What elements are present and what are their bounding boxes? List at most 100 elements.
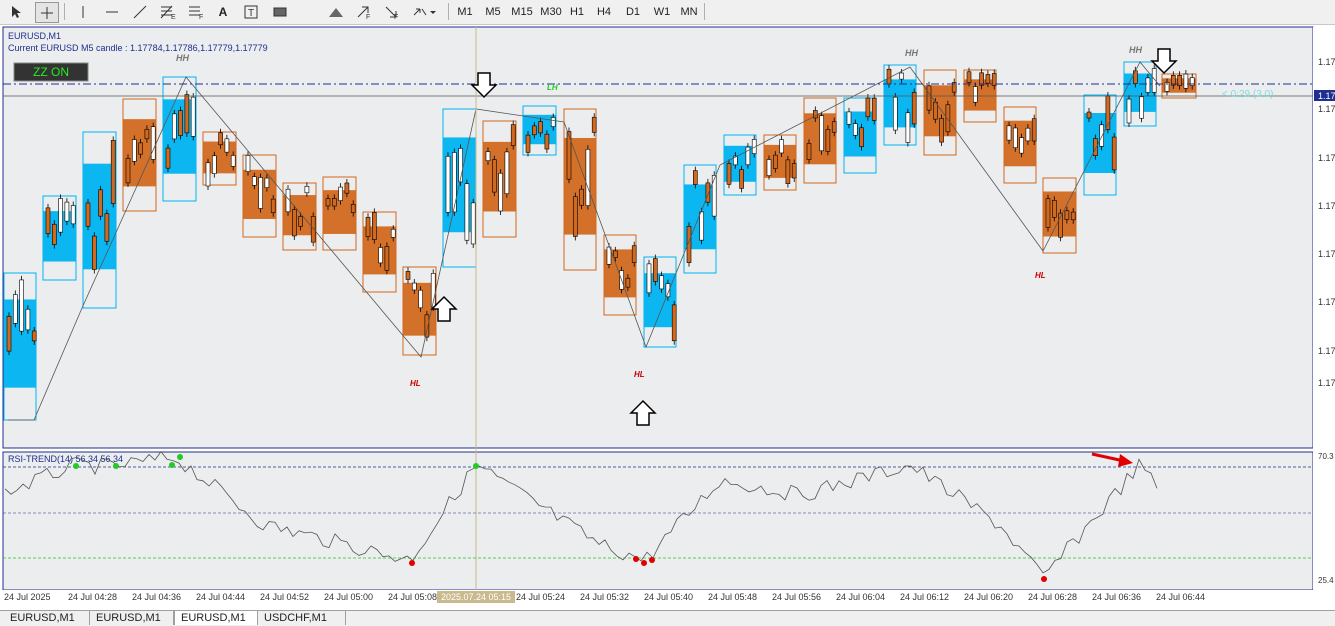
rsi-signal-dot <box>649 557 655 563</box>
candle-body <box>966 71 972 83</box>
candle-body <box>365 216 371 237</box>
cursor-icon[interactable] <box>6 2 26 21</box>
tab-eurusd-m1[interactable]: EURUSD,M1 <box>90 611 174 625</box>
rsi-signal-dot <box>633 556 639 562</box>
time-label: 24 Jul 06:12 <box>900 592 949 602</box>
timeframe-m5[interactable]: M5 <box>482 2 504 21</box>
candle-body <box>1126 98 1132 124</box>
candle-body <box>104 213 110 242</box>
candle-body <box>705 182 711 203</box>
candle-body <box>178 110 183 136</box>
candle-body <box>298 216 303 227</box>
candle-body <box>739 169 744 189</box>
timeframe-m1[interactable]: M1 <box>455 2 475 21</box>
trendline-icon[interactable] <box>130 2 150 21</box>
arrow-up-icon[interactable]: F <box>354 2 374 21</box>
swing-label-lh: LH <box>547 83 558 92</box>
candle-body <box>418 289 423 309</box>
candle-body <box>350 204 356 213</box>
candle-body <box>13 294 18 324</box>
candle-body <box>491 159 497 193</box>
time-label: 24 Jul 04:36 <box>132 592 181 602</box>
triangle-icon[interactable] <box>326 2 346 21</box>
arrow-marker-icon[interactable] <box>410 2 438 21</box>
rsi-signal-dot <box>1041 576 1047 582</box>
candle-body <box>859 127 864 147</box>
timeframe-d1[interactable]: D1 <box>622 2 644 21</box>
candle-body <box>1133 70 1138 84</box>
price-label: 1.17 <box>1318 346 1335 356</box>
price-label: 1.17 <box>1318 153 1335 163</box>
time-label: 24 Jul 05:08 <box>388 592 437 602</box>
candle-body <box>390 228 396 238</box>
candle-body <box>1145 77 1151 93</box>
candle-body <box>572 196 578 237</box>
timeframe-w1[interactable]: W1 <box>652 2 672 21</box>
candle-info: Current EURUSD M5 candle : 1.17784,1.177… <box>8 43 268 53</box>
tab-usdchf-m1[interactable]: USDCHF,M1 <box>258 611 346 625</box>
timeframe-h4[interactable]: H4 <box>594 2 614 21</box>
current-price-tag-text: 1.17 <box>1318 91 1335 101</box>
fibonacci-icon[interactable]: E <box>158 2 178 21</box>
candle-body <box>6 315 12 352</box>
swing-label-hl: HL <box>634 370 645 379</box>
candle-body <box>1111 136 1117 171</box>
candle-body <box>711 175 717 217</box>
candle-body <box>646 263 652 294</box>
candle-body <box>550 117 556 127</box>
arrow-down-icon[interactable]: F <box>382 2 402 21</box>
candle-body <box>766 159 772 176</box>
candle-body <box>911 92 917 125</box>
price-chart[interactable]: HH HH HH HL HL HL LH EURUSD,M1 Current E… <box>0 25 1335 610</box>
rsi-signal-dot <box>641 560 647 566</box>
candle-body <box>411 282 417 291</box>
candle-body <box>331 198 337 207</box>
candle-body <box>504 151 510 195</box>
timeframe-h1[interactable]: H1 <box>567 2 587 21</box>
fibonacci-fan-icon[interactable]: F <box>186 2 206 21</box>
candle-body <box>579 188 584 206</box>
timeframe-m30[interactable]: M30 <box>537 2 565 21</box>
candle-body <box>791 163 797 179</box>
candle-body <box>378 247 383 264</box>
svg-text:F: F <box>199 14 203 19</box>
time-label: 24 Jul 06:36 <box>1092 592 1141 602</box>
time-label: 24 Jul 05:40 <box>644 592 693 602</box>
vertical-line-icon[interactable] <box>74 2 92 21</box>
candle-body <box>144 128 150 140</box>
candle-body <box>779 139 784 154</box>
candle-body <box>612 250 618 258</box>
candle-body <box>230 155 236 167</box>
candle-body <box>190 96 196 137</box>
swing-label-hl: HL <box>1035 271 1046 280</box>
candle-body <box>371 212 377 240</box>
candle-body <box>625 277 631 288</box>
crosshair-icon[interactable] <box>35 2 59 23</box>
candle-body <box>819 115 824 152</box>
candle-body <box>905 112 911 143</box>
rsi-signal-dot <box>409 560 415 566</box>
candle-countdown: < 0:29 (3.0) <box>1222 89 1273 100</box>
text-icon[interactable]: A <box>214 2 232 21</box>
symbol-title: EURUSD,M1 <box>8 31 61 41</box>
swing-label-hh: HH <box>176 53 189 63</box>
zz-toggle-button[interactable]: ZZ ON <box>13 62 89 82</box>
candle-body <box>892 96 898 131</box>
candle-body <box>1064 210 1070 220</box>
candle-body <box>886 68 892 85</box>
candle-body <box>19 279 24 332</box>
rectangle-icon[interactable] <box>270 2 290 21</box>
candle-body <box>945 104 951 133</box>
rsi-signal-dot <box>177 454 183 460</box>
timeframe-mn[interactable]: MN <box>678 2 700 21</box>
text-label-icon[interactable]: T <box>242 2 260 21</box>
swing-label-hh: HH <box>905 48 918 58</box>
horizontal-line-icon[interactable] <box>102 2 122 21</box>
tab-eurusd-m1[interactable]: EURUSD,M1 <box>4 611 90 625</box>
tab-eurusd-m1-active[interactable]: EURUSD,M1 <box>174 611 258 625</box>
timeframe-m15[interactable]: M15 <box>508 2 536 21</box>
candle-body <box>138 142 143 155</box>
candle-body <box>1099 124 1104 147</box>
crosshair-time-tag-text: 2025.07.24 05:15 <box>441 592 511 602</box>
chart-window[interactable]: HH HH HH HL HL HL LH EURUSD,M1 Current E… <box>0 25 1335 610</box>
